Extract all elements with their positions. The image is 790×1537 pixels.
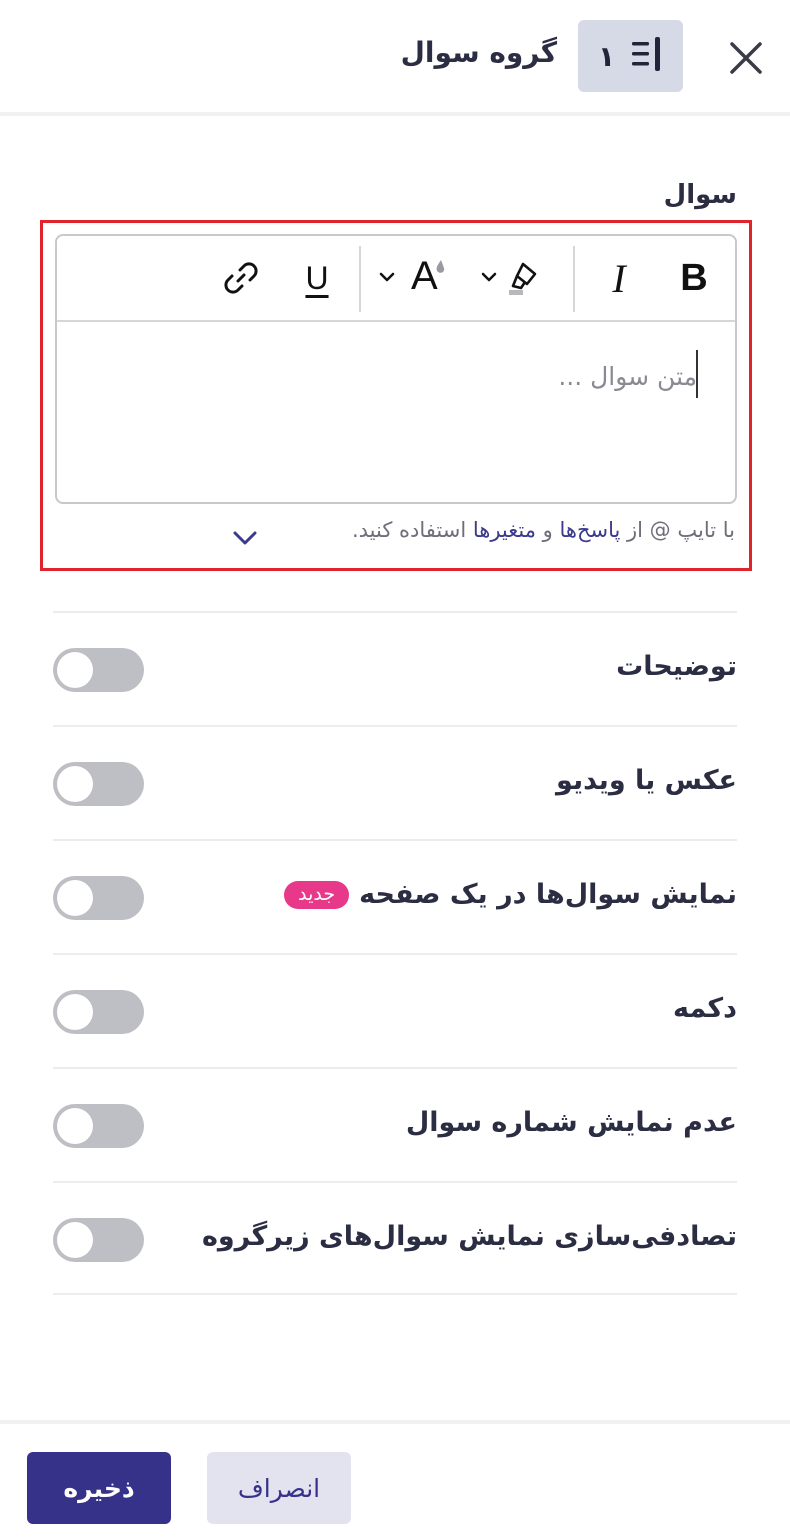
button-toggle[interactable] xyxy=(53,990,144,1034)
hide-number-toggle[interactable] xyxy=(53,1104,144,1148)
single-page-toggle[interactable] xyxy=(53,876,144,920)
new-badge: جدید xyxy=(284,880,350,909)
font-color-icon[interactable]: A xyxy=(375,252,455,304)
mention-hint: با تایپ @ از پاسخ‌ها و متغیرها استفاده ک… xyxy=(352,518,735,542)
option-row-randomize: تصادفی‌سازی نمایش سوال‌های زیرگروه xyxy=(53,1181,737,1295)
option-row-single-page: نمایش سوال‌ها در یک صفحه جدید xyxy=(53,839,737,953)
option-label: تصادفی‌سازی نمایش سوال‌های زیرگروه xyxy=(201,1221,737,1252)
close-icon[interactable] xyxy=(722,34,770,82)
chevron-down-icon[interactable] xyxy=(230,525,260,551)
highlight-color-icon[interactable] xyxy=(477,252,555,304)
editor-toolbar: B I A U xyxy=(57,236,735,322)
toolbar-divider xyxy=(359,246,361,312)
hint-prefix: با تایپ @ از xyxy=(620,518,735,542)
description-toggle[interactable] xyxy=(53,648,144,692)
option-label: توضیحات xyxy=(616,651,737,682)
option-label: عدم نمایش شماره سوال xyxy=(405,1107,737,1138)
options-list: توضیحات عکس یا ویدیو نمایش سوال‌ها در یک… xyxy=(53,611,737,1295)
toolbar-divider xyxy=(573,246,575,312)
save-button[interactable]: ذخیره xyxy=(27,1452,171,1524)
cancel-button[interactable]: انصراف xyxy=(207,1452,351,1524)
hint-suffix: استفاده کنید. xyxy=(351,518,473,542)
option-row-hide-number: عدم نمایش شماره سوال xyxy=(53,1067,737,1181)
panel-footer: ذخیره انصراف xyxy=(0,1420,790,1537)
panel-header: ۱ گروه سوال xyxy=(0,0,790,116)
editor-content[interactable]: متن سوال ... xyxy=(57,324,735,502)
question-label: سوال xyxy=(663,180,737,210)
option-row-button: دکمه xyxy=(53,953,737,1067)
question-editor[interactable]: B I A U متن سوال ... xyxy=(55,234,737,504)
option-label: عکس یا ویدیو xyxy=(556,765,737,796)
question-group-icon xyxy=(629,35,663,77)
question-type-chip[interactable]: ۱ xyxy=(578,20,683,92)
page-title: گروه سوال xyxy=(400,36,557,69)
underline-icon[interactable]: U xyxy=(295,252,339,304)
link-icon[interactable] xyxy=(217,252,265,304)
italic-icon[interactable]: I xyxy=(597,252,641,304)
text-caret xyxy=(696,350,698,398)
hint-middle: و xyxy=(535,518,560,542)
variables-link[interactable]: متغیرها xyxy=(473,518,536,542)
bold-icon[interactable]: B xyxy=(669,252,719,304)
option-label: دکمه xyxy=(672,993,737,1024)
option-row-media: عکس یا ویدیو xyxy=(53,725,737,839)
question-placeholder: متن سوال ... xyxy=(558,362,697,391)
option-label: نمایش سوال‌ها در یک صفحه جدید xyxy=(284,879,737,910)
question-number: ۱ xyxy=(597,39,616,73)
answers-link[interactable]: پاسخ‌ها xyxy=(559,518,620,542)
randomize-toggle[interactable] xyxy=(53,1218,144,1262)
option-row-description: توضیحات xyxy=(53,611,737,725)
media-toggle[interactable] xyxy=(53,762,144,806)
